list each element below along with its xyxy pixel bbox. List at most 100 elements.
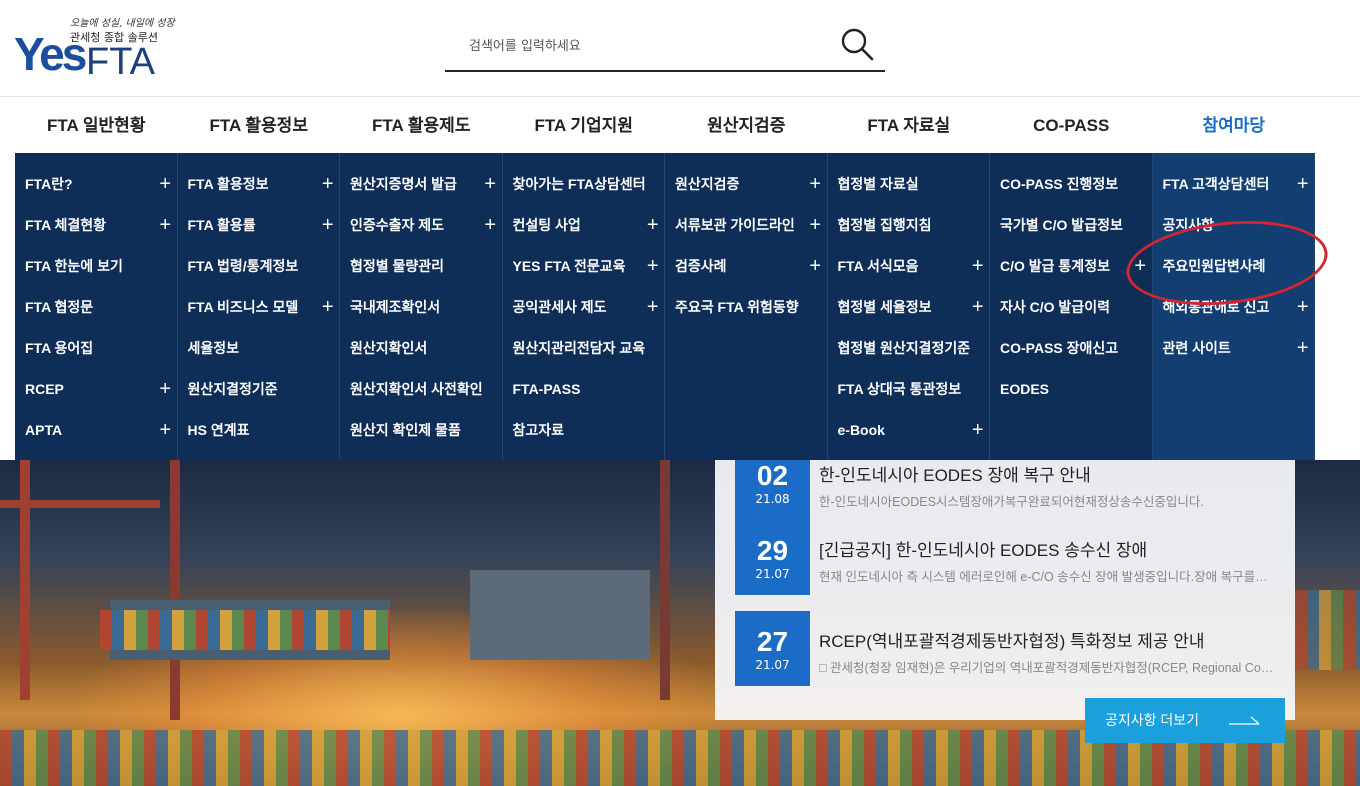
notice-title[interactable]: 한-인도네시아 EODES 장애 복구 안내	[819, 461, 1091, 486]
mega-menu-item[interactable]: 세율정보	[188, 328, 334, 369]
mega-menu-item[interactable]: FTA 상대국 통관정보	[838, 369, 984, 410]
mega-menu-item[interactable]: FTA 체결현황 +	[25, 205, 171, 246]
mega-menu-item[interactable]: FTA 법령/통계정보	[188, 246, 334, 287]
mega-menu-item[interactable]: 국내제조확인서	[350, 287, 496, 328]
mega-menu-item-label: 주요국 FTA 위험동향	[675, 299, 799, 315]
mega-menu-item[interactable]: 협정별 집행지침	[838, 205, 984, 246]
mega-menu-item[interactable]: 원산지확인서 사전확인	[350, 369, 496, 410]
notice-more-button[interactable]: 공지사항 더보기	[1085, 698, 1285, 743]
nav-item-1[interactable]: FTA 활용정보	[178, 97, 341, 154]
mega-menu-item[interactable]: 원산지 확인제 물품	[350, 410, 496, 451]
plus-icon[interactable]: +	[647, 205, 659, 246]
plus-icon[interactable]: +	[972, 410, 984, 451]
mega-menu-item[interactable]: FTA란? +	[25, 164, 171, 205]
plus-icon[interactable]: +	[647, 246, 659, 287]
mega-menu-item[interactable]: FTA 용어집	[25, 328, 171, 369]
mega-menu-item[interactable]: RCEP +	[25, 369, 171, 410]
nav-item-2[interactable]: FTA 활용제도	[340, 97, 503, 154]
mega-menu-item[interactable]: 참고자료	[513, 410, 659, 451]
notice-day: 27	[756, 626, 789, 657]
mega-menu-item[interactable]: 공익관세사 제도 +	[513, 287, 659, 328]
mega-menu-item[interactable]: 서류보관 가이드라인 +	[675, 205, 821, 246]
plus-icon[interactable]: +	[322, 287, 334, 328]
mega-menu-item[interactable]: EODES	[1000, 369, 1146, 410]
mega-menu-item-label: 국가별 C/O 발급정보	[1000, 217, 1123, 233]
mega-menu-item[interactable]: HS 연계표	[188, 410, 334, 451]
nav-item-3[interactable]: FTA 기업지원	[503, 97, 666, 154]
mega-menu-item[interactable]: FTA 한눈에 보기	[25, 246, 171, 287]
search-input[interactable]	[469, 34, 829, 58]
nav-item-5[interactable]: FTA 자료실	[828, 97, 991, 154]
notice-item[interactable]: 29 21.07 [긴급공지] 한-인도네시아 EODES 송수신 장애 현재 인도네…	[735, 520, 1295, 595]
mega-menu-item[interactable]: 협정별 세율정보 +	[838, 287, 984, 328]
mega-menu-item[interactable]: 주요국 FTA 위험동향	[675, 287, 821, 328]
plus-icon[interactable]: +	[1297, 287, 1309, 328]
mega-menu-item-label: 협정별 세율정보	[837, 299, 932, 315]
mega-menu-item[interactable]: CO-PASS 진행정보	[1000, 164, 1146, 205]
mega-menu-item[interactable]: 자사 C/O 발급이력	[1000, 287, 1146, 328]
mega-menu-item[interactable]: FTA-PASS	[513, 369, 659, 410]
notice-title[interactable]: [긴급공지] 한-인도네시아 EODES 송수신 장애	[819, 536, 1147, 561]
plus-icon[interactable]: +	[159, 205, 171, 246]
mega-menu-item-label: 세율정보	[187, 340, 240, 356]
mega-menu-item[interactable]: C/O 발급 통계정보 +	[1000, 246, 1146, 287]
mega-menu-item[interactable]: 인증수출자 제도 +	[350, 205, 496, 246]
mega-menu-item[interactable]: YES FTA 전문교육 +	[513, 246, 659, 287]
plus-icon[interactable]: +	[809, 205, 821, 246]
plus-icon[interactable]: +	[647, 287, 659, 328]
mega-menu-item[interactable]: 원산지관리전담자 교육	[513, 328, 659, 369]
notice-panel: 02 21.08 한-인도네시아 EODES 장애 복구 안내 한-인도네시아EODE…	[715, 445, 1295, 720]
mega-menu-item[interactable]: 국가별 C/O 발급정보	[1000, 205, 1146, 246]
plus-icon[interactable]: +	[972, 246, 984, 287]
mega-menu-item[interactable]: FTA 고객상담센터 +	[1163, 164, 1309, 205]
mega-menu-item[interactable]: FTA 협정문	[25, 287, 171, 328]
plus-icon[interactable]: +	[809, 246, 821, 287]
plus-icon[interactable]: +	[159, 164, 171, 205]
plus-icon[interactable]: +	[322, 164, 334, 205]
mega-menu-item[interactable]: FTA 비즈니스 모델 +	[188, 287, 334, 328]
mega-menu-item[interactable]: 원산지증명서 발급 +	[350, 164, 496, 205]
plus-icon[interactable]: +	[159, 410, 171, 451]
mega-menu-item[interactable]: 원산지결정기준	[188, 369, 334, 410]
mega-menu-item[interactable]: 협정별 물량관리	[350, 246, 496, 287]
mega-menu-item[interactable]: 협정별 자료실	[838, 164, 984, 205]
mega-menu-item-label: 참고자료	[512, 422, 565, 438]
notice-item[interactable]: 27 21.07 RCEP(역내포괄적경제동반자협정) 특화정보 제공 안내 □ 관세…	[735, 611, 1295, 686]
plus-icon[interactable]: +	[1297, 328, 1309, 369]
plus-icon[interactable]: +	[809, 164, 821, 205]
nav-item-0[interactable]: FTA 일반현황	[15, 97, 178, 154]
notice-title[interactable]: RCEP(역내포괄적경제동반자협정) 특화정보 제공 안내	[819, 627, 1205, 652]
plus-icon[interactable]: +	[484, 164, 496, 205]
search-icon[interactable]	[839, 26, 875, 62]
nav-item-4[interactable]: 원산지검증	[665, 97, 828, 154]
mega-menu-item-label: EODES	[1000, 381, 1050, 397]
mega-menu-item[interactable]: e-Book +	[838, 410, 984, 451]
nav-item-6[interactable]: CO-PASS	[990, 97, 1153, 154]
mega-menu-item-label: 협정별 집행지침	[837, 217, 932, 233]
mega-menu-item[interactable]: 찾아가는 FTA상담센터	[513, 164, 659, 205]
plus-icon[interactable]: +	[484, 205, 496, 246]
plus-icon[interactable]: +	[322, 205, 334, 246]
mega-menu-item[interactable]: 원산지검증 +	[675, 164, 821, 205]
mega-menu-item[interactable]: 관련 사이트 +	[1163, 328, 1309, 369]
mega-menu-item[interactable]: FTA 활용률 +	[188, 205, 334, 246]
plus-icon[interactable]: +	[159, 369, 171, 410]
mega-menu-item-label: CO-PASS 장애신고	[1000, 340, 1119, 356]
mega-menu-item[interactable]: FTA 활용정보 +	[188, 164, 334, 205]
mega-menu-item[interactable]: CO-PASS 장애신고	[1000, 328, 1146, 369]
logo-fta: FTA	[86, 41, 155, 83]
mega-menu-item[interactable]: 검증사례 +	[675, 246, 821, 287]
mega-menu-item-label: 원산지확인서 사전확인	[350, 381, 483, 397]
nav-item-7[interactable]: 참여마당	[1153, 97, 1316, 154]
mega-menu-item[interactable]: 협정별 원산지결정기준	[838, 328, 984, 369]
plus-icon[interactable]: +	[1297, 164, 1309, 205]
plus-icon[interactable]: +	[972, 287, 984, 328]
mega-menu-item[interactable]: APTA +	[25, 410, 171, 451]
mega-menu-item[interactable]: 원산지확인서	[350, 328, 496, 369]
mega-menu-item[interactable]: 컨설팅 사업 +	[513, 205, 659, 246]
containers-right	[1295, 590, 1360, 670]
mega-menu-item-label: 원산지 확인제 물품	[350, 422, 461, 438]
mega-menu-item[interactable]: FTA 서식모음 +	[838, 246, 984, 287]
mega-menu-item-label: 검증사례	[675, 258, 727, 274]
yesfta-logo[interactable]: 오늘에 성실, 내일에 성장 관세청 종합 솔루션 Yes FTA	[14, 14, 175, 84]
